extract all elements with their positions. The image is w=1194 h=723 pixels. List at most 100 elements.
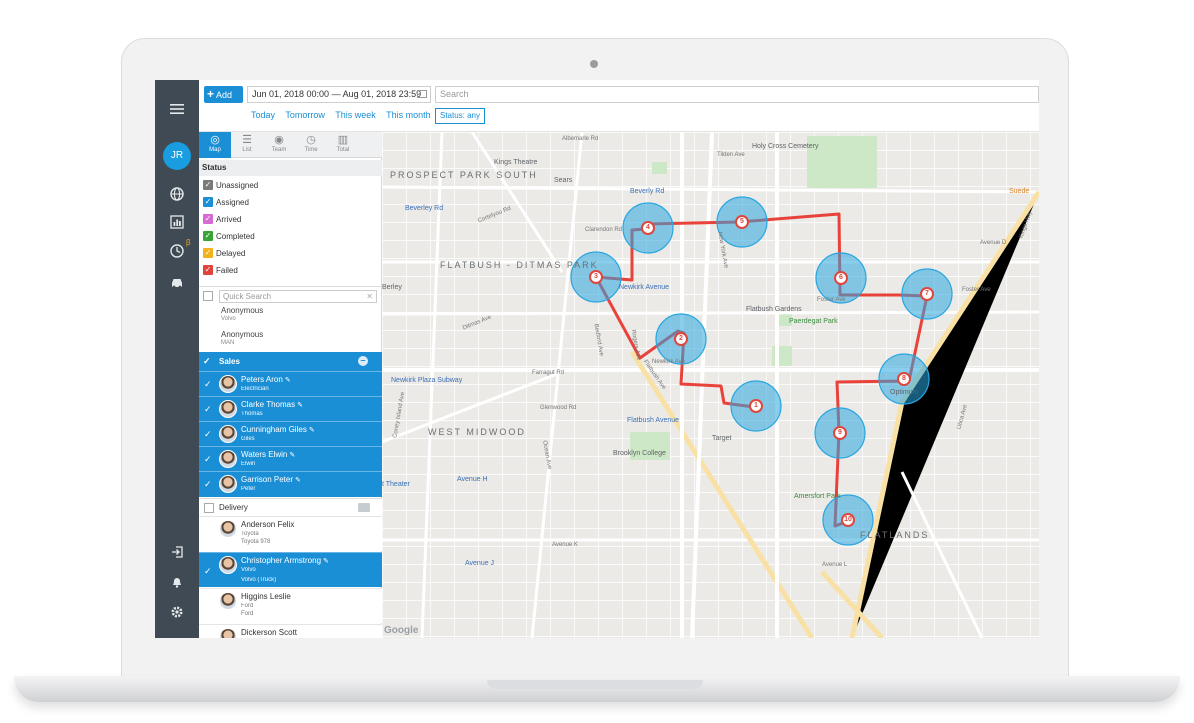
link-tomorrow[interactable]: Tomorrow [285, 110, 325, 120]
pencil-icon[interactable]: ✎ [295, 477, 301, 484]
view-tabs: ◎ Map ☰ List ◉ Team ◷ Time ▥ Total [199, 132, 382, 158]
quick-search-placeholder: Quick Search [223, 292, 272, 301]
gear-icon[interactable] [167, 604, 187, 624]
pencil-icon[interactable]: ✎ [309, 427, 315, 434]
status-unassigned-label: Unassigned [216, 181, 259, 190]
pencil-icon[interactable]: ✎ [289, 452, 295, 459]
time-icon: ◷ [306, 134, 316, 146]
group-sales-header[interactable]: ✓ Sales – [199, 352, 382, 370]
link-this-month[interactable]: This month [386, 110, 431, 120]
tab-total[interactable]: ▥ Total [327, 132, 359, 158]
date-range-field[interactable]: Jun 01, 2018 00:00 — Aug 01, 2018 23:59 [247, 86, 431, 103]
tab-team[interactable]: ◉ Team [263, 132, 295, 158]
status-assigned[interactable]: ✓ Assigned [203, 196, 249, 211]
link-today[interactable]: Today [251, 110, 275, 120]
status-delayed[interactable]: ✓ Delayed [203, 247, 245, 262]
status-unassigned[interactable]: ✓ Unassigned [203, 179, 259, 194]
group-delivery-header[interactable]: Delivery [199, 498, 382, 516]
status-failed[interactable]: ✓ Failed [203, 264, 238, 279]
person-sub: Toyota [241, 531, 259, 537]
list-item[interactable]: ✓ Waters Elwin ✎ Elwin [199, 446, 382, 471]
avatar [219, 628, 237, 638]
checkbox-arrived[interactable]: ✓ [203, 213, 213, 224]
stop-pin-2[interactable]: 2 [674, 332, 688, 346]
avatar [219, 375, 237, 393]
list-item-selected[interactable]: ✓ Christopher Armstrong ✎ Volvo Volvo (Truck… [199, 552, 382, 587]
left-rail: JR β [155, 80, 199, 638]
list-item[interactable]: Higgins Leslie Ford Ford [199, 588, 382, 623]
list-item[interactable]: Anderson Felix Toyota Toyota 978 [199, 516, 382, 551]
date-range-value: Jun 01, 2018 00:00 — Aug 01, 2018 23:59 [252, 89, 422, 99]
quick-search-input[interactable]: Quick Search ✕ [219, 290, 377, 303]
group-delivery-label: Delivery [219, 503, 248, 512]
checkbox-failed[interactable]: ✓ [203, 264, 213, 275]
car-icon[interactable] [167, 274, 187, 294]
bell-icon[interactable] [167, 574, 187, 594]
stop-pin-8[interactable]: 8 [897, 372, 911, 386]
pencil-icon[interactable]: ✎ [323, 558, 329, 565]
road-newkirk-ave: Newkirk Ave [652, 359, 685, 365]
list-item[interactable]: ✓ Peters Aron ✎ Electrician [199, 371, 382, 396]
stop-pin-4[interactable]: 4 [641, 221, 655, 235]
stop-pin-6[interactable]: 6 [834, 271, 848, 285]
stop-pin-10[interactable]: 10 [841, 513, 855, 527]
road-glenwood-rd: Glenwood Rd [540, 405, 577, 411]
list-item[interactable]: ✓ Garrison Peter ✎ Peter [199, 471, 382, 496]
logout-icon[interactable] [167, 544, 187, 564]
chat-icon[interactable] [358, 503, 370, 512]
stop-pin-7[interactable]: 7 [920, 287, 934, 301]
tab-time[interactable]: ◷ Time [295, 132, 327, 158]
road-clarendon-rd: Clarendon Rd [585, 227, 623, 233]
stop-pin-1[interactable]: 1 [749, 399, 763, 413]
list-item[interactable]: ✓ Cunningham Giles ✎ Giles [199, 421, 382, 446]
person-name: Dickerson Scott [241, 628, 298, 637]
list-item[interactable]: ✓ Clarke Thomas ✎ Thomas [199, 396, 382, 421]
label-flatbush-avenue-station: Flatbush Avenue [627, 417, 680, 424]
chart-icon[interactable] [167, 214, 187, 234]
label-flatbush-gardens: Flatbush Gardens [746, 306, 802, 313]
quick-search-row: Quick Search ✕ [199, 286, 382, 304]
add-button[interactable]: + Add [204, 86, 243, 103]
tab-map[interactable]: ◎ Map [199, 132, 231, 158]
person-name: Christopher Armstrong [241, 556, 322, 565]
search-input[interactable]: Search [435, 86, 1039, 103]
stop-pin-9[interactable]: 9 [833, 426, 847, 440]
link-this-week[interactable]: This week [335, 110, 376, 120]
label-berley: Berley [382, 284, 402, 291]
road-avenue-k: Avenue K [552, 542, 578, 548]
check-icon: ✓ [204, 404, 212, 414]
list-item-anonymous-2[interactable]: Anonymous MAN [221, 330, 263, 346]
status-filter-button[interactable]: Status: any [435, 108, 485, 124]
check-icon: ✓ [204, 454, 212, 464]
stop-pin-5[interactable]: 5 [735, 215, 749, 229]
status-completed[interactable]: ✓ Completed [203, 230, 255, 245]
map-canvas[interactable]: 1 2 3 4 5 6 7 8 9 10 PROSPECT PARK SOUTH… [382, 132, 1039, 638]
stop-pin-3[interactable]: 3 [589, 270, 603, 284]
app-screen: JR β + Add Jun 01, 2018 00:00 — Aug 01, … [155, 80, 1039, 638]
list-item[interactable]: Dickerson Scott [199, 624, 382, 638]
tab-list[interactable]: ☰ List [231, 132, 263, 158]
select-all-checkbox[interactable] [203, 291, 213, 301]
collapse-icon[interactable]: – [358, 356, 368, 366]
pencil-icon[interactable]: ✎ [285, 377, 291, 384]
delivery-checkbox[interactable] [204, 503, 214, 513]
checkbox-unassigned[interactable]: ✓ [203, 179, 213, 190]
menu-icon[interactable] [167, 100, 187, 120]
person-name: Clarke Thomas [241, 400, 296, 409]
checkbox-assigned[interactable]: ✓ [203, 196, 213, 207]
checkbox-delayed[interactable]: ✓ [203, 247, 213, 258]
pencil-icon[interactable]: ✎ [297, 402, 303, 409]
list-icon: ☰ [242, 134, 252, 146]
anonymous-vehicle: MAN [221, 340, 235, 346]
globe-icon[interactable] [167, 186, 187, 206]
list-item-anonymous-1[interactable]: Anonymous Volvo [221, 306, 263, 322]
user-avatar[interactable]: JR [163, 142, 191, 170]
calendar-icon[interactable] [417, 90, 427, 98]
label-beverly-rd-station: Beverly Rd [630, 188, 665, 195]
tab-total-label: Total [336, 147, 350, 153]
clear-icon[interactable]: ✕ [366, 291, 373, 302]
status-arrived[interactable]: ✓ Arrived [203, 213, 241, 228]
checkbox-completed[interactable]: ✓ [203, 230, 213, 241]
clock-icon[interactable] [167, 243, 187, 263]
label-optimum: Optimum [890, 389, 919, 396]
